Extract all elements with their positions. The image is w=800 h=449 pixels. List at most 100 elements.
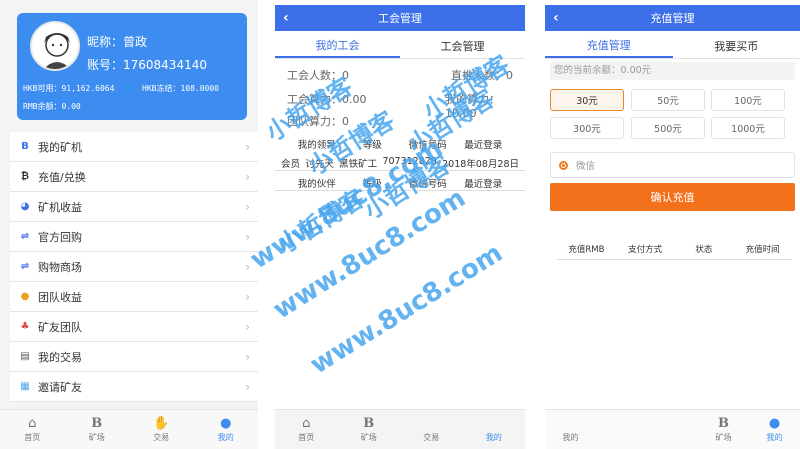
b-icon: B	[363, 416, 375, 431]
amount-50[interactable]: 50元	[631, 89, 705, 111]
menu-item-label: 矿友团队	[38, 320, 82, 334]
pay-method-wechat[interactable]: 微信	[550, 152, 795, 178]
menu-icon: ♣	[20, 321, 30, 332]
union-count: 工会人数：0	[287, 69, 349, 82]
menu-item-label: 购物商场	[38, 260, 82, 274]
bottom-tab-bar: ⌂ 首页 B 矿场 交易 我的	[275, 409, 525, 449]
tab-trade[interactable]: ✋ 交易	[129, 410, 194, 449]
menu-item-label: 邀请矿友	[38, 380, 82, 394]
menu-item-label: 我的交易	[38, 350, 82, 364]
menu-item[interactable]: ♣ 矿友团队 ›	[10, 312, 258, 342]
hand-icon	[429, 416, 433, 432]
home-icon: ⌂	[28, 416, 37, 431]
sub-tabs: 我的工会 工会管理	[275, 33, 525, 59]
tab-mine[interactable]: 我的	[545, 410, 596, 449]
amount-300[interactable]: 300元	[550, 117, 624, 139]
union-panel: ‹ 工会管理 我的工会 工会管理 工会人数：0 直推人数：0 工会算力：0.00…	[275, 0, 525, 449]
radio-selected-icon	[559, 160, 568, 170]
tab-mine-field[interactable]: B 矿场	[338, 410, 401, 449]
menu-item[interactable]: ⇌ 官方回购 ›	[10, 222, 258, 252]
chevron-right-icon: ›	[245, 140, 250, 154]
account-number: 账号：17608434140	[87, 58, 207, 72]
menu-item[interactable]: ● 团队收益 ›	[10, 282, 258, 312]
tab-mine[interactable]: 我的	[463, 410, 526, 449]
sub-tabs: 充值管理 我要买币	[545, 33, 800, 59]
menu-item[interactable]: ▦ 邀请矿友 ›	[10, 372, 258, 402]
current-balance: 您的当前余额：0.00元	[550, 62, 795, 80]
recharge-panel: ‹ 充值管理 充值管理 我要买币 您的当前余额：0.00元 30元 50元 10…	[545, 0, 800, 449]
account-menu: B 我的矿机 › ₿ 充值/兑换 › ◕ 矿机收益 › ⇌ 官方回购 › ⇌ 购物商场 › ● 团队收益 › ♣ 矿友…	[10, 132, 258, 402]
nickname: 昵称：曾政	[87, 35, 148, 49]
chevron-right-icon: ›	[245, 200, 250, 214]
partner-header: 我的伙伴 等级 微信号码 最近登录	[275, 176, 525, 191]
title-bar: ‹ 工会管理	[275, 5, 525, 31]
page-title: 充值管理	[650, 12, 695, 25]
tab-trade[interactable]: 交易	[400, 410, 463, 449]
leader-header: 我的领导 等级 微信号码 最近登录	[297, 140, 503, 151]
tab-mine[interactable]: ● 我的	[194, 410, 259, 449]
menu-icon: B	[21, 141, 29, 152]
my-account-panel: 昵称：曾政 账号：17608434140 HKB可用：91,162.6064 H…	[0, 0, 258, 449]
chevron-right-icon: ›	[245, 290, 250, 304]
chevron-right-icon: ›	[245, 320, 250, 334]
rmb-balance: RMB余额：0.00	[23, 102, 81, 111]
b-icon: B	[718, 416, 729, 431]
user-icon	[492, 416, 496, 432]
tab-mine-field[interactable]: B 矿场	[65, 410, 130, 449]
menu-item-label: 团队收益	[38, 290, 82, 304]
hkb-frozen: HKB冻结：108.0000	[142, 84, 219, 93]
menu-item-label: 我的矿机	[38, 140, 82, 154]
menu-icon: ₿	[20, 171, 30, 182]
union-hash: 工会算力：0.00	[287, 93, 367, 106]
profile-card: 昵称：曾政 账号：17608434140 HKB可用：91,162.6064 H…	[17, 13, 247, 120]
amount-100[interactable]: 100元	[711, 89, 785, 111]
chevron-right-icon: ›	[245, 230, 250, 244]
recharge-table-header: 充值RMB 支付方式 状态 充值时间	[557, 240, 792, 260]
user-icon: ●	[768, 416, 781, 431]
amount-500[interactable]: 500元	[631, 117, 705, 139]
menu-item[interactable]: ▤ 我的交易 ›	[10, 342, 258, 372]
chevron-right-icon: ›	[245, 170, 250, 184]
chevron-right-icon: ›	[245, 350, 250, 364]
tab-mine-active[interactable]: ● 我的	[749, 410, 800, 449]
menu-icon: ⇌	[20, 231, 30, 242]
direct-count: 直推人数：0	[451, 69, 513, 82]
hkb-available: HKB可用：91,162.6064	[23, 84, 115, 93]
title-bar: ‹ 充值管理	[545, 5, 800, 31]
menu-item-label: 官方回购	[38, 230, 82, 244]
menu-item[interactable]: B 我的矿机 ›	[10, 132, 258, 162]
tab-mine-field[interactable]: B 矿场	[698, 410, 749, 449]
menu-item[interactable]: ₿ 充值/兑换 ›	[10, 162, 258, 192]
page-title: 工会管理	[378, 12, 422, 25]
tab-recharge[interactable]: 充值管理	[545, 33, 673, 58]
tab-my-union[interactable]: 我的工会	[275, 33, 400, 58]
my-hash: 我的算力：10.00	[445, 93, 500, 120]
back-icon[interactable]: ‹	[553, 5, 559, 31]
menu-icon: ●	[20, 291, 30, 302]
avatar[interactable]	[30, 21, 80, 71]
home-icon: ⌂	[302, 416, 311, 431]
menu-item[interactable]: ◕ 矿机收益 ›	[10, 192, 258, 222]
chevron-right-icon: ›	[245, 260, 250, 274]
team-hash: 团队算力：0	[287, 115, 349, 128]
menu-icon: ◕	[20, 201, 30, 212]
tab-home[interactable]: ⌂ 首页	[275, 410, 338, 449]
confirm-recharge-button[interactable]: 确认充值	[550, 183, 795, 211]
menu-icon: ▦	[20, 381, 30, 392]
chevron-right-icon: ›	[245, 380, 250, 394]
tab-union-management[interactable]: 工会管理	[400, 33, 525, 58]
menu-item-label: 充值/兑换	[38, 170, 86, 184]
amount-1000[interactable]: 1000元	[711, 117, 785, 139]
amount-30[interactable]: 30元	[550, 89, 624, 111]
tab-spacer	[596, 410, 698, 449]
menu-item-label: 矿机收益	[38, 200, 82, 214]
tab-buy-coin[interactable]: 我要买币	[673, 33, 800, 58]
back-icon[interactable]: ‹	[283, 5, 289, 31]
b-icon: B	[91, 416, 103, 431]
menu-icon: ⇌	[20, 261, 30, 272]
hand-icon: ✋	[153, 416, 170, 431]
tab-home[interactable]: ⌂ 首页	[0, 410, 65, 449]
menu-item[interactable]: ⇌ 购物商场 ›	[10, 252, 258, 282]
bottom-tab-bar: 我的 B 矿场 ● 我的	[545, 409, 800, 449]
bottom-tab-bar: ⌂ 首页 B 矿场 ✋ 交易 ● 我的	[0, 409, 258, 449]
